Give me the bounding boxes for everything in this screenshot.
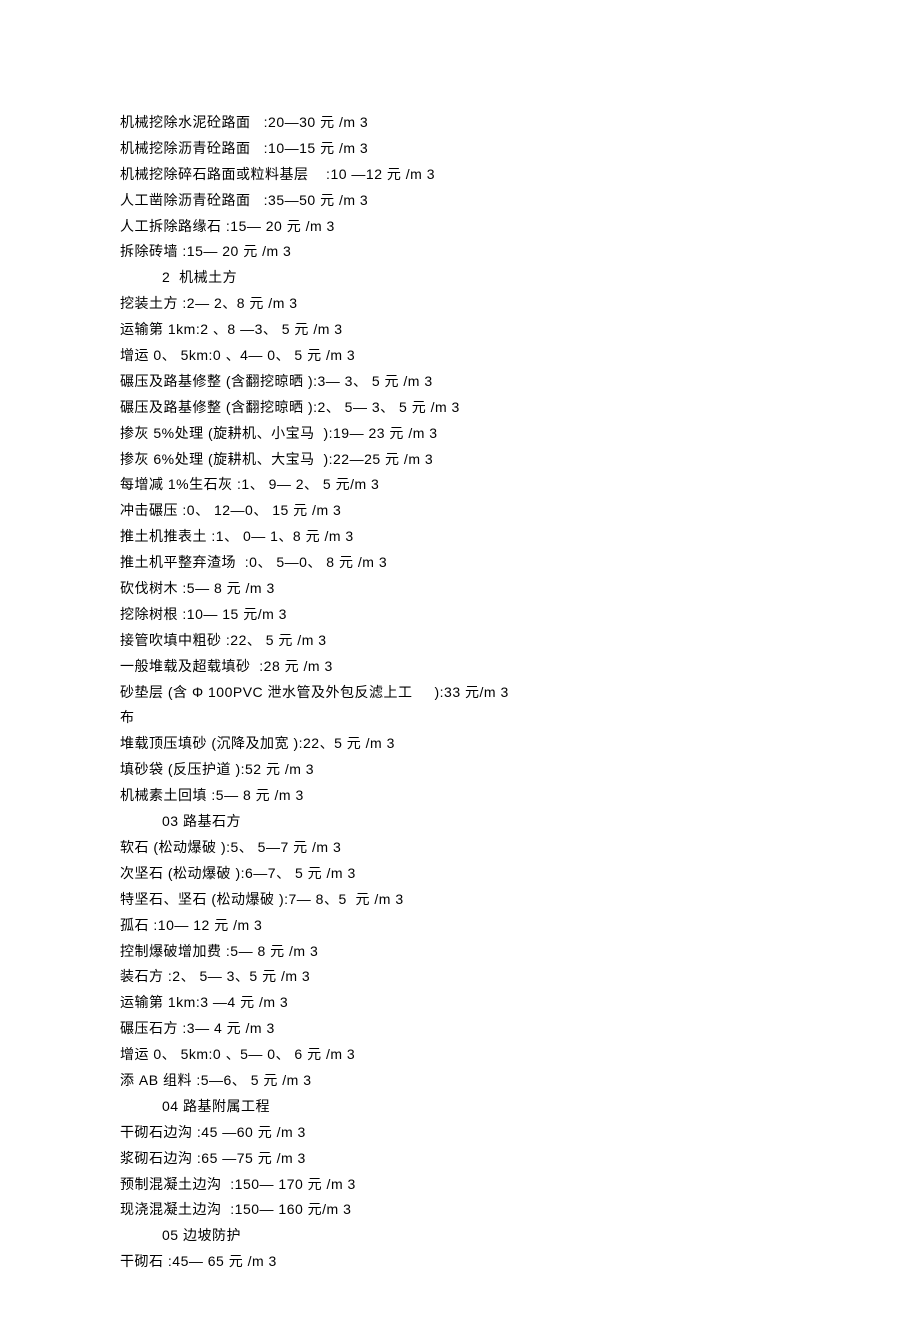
text-line: 特坚石、坚石 (松动爆破 ):7— 8、5 元 /m 3 (120, 887, 800, 913)
text-line: 增运 0、 5km:0 、5— 0、 6 元 /m 3 (120, 1042, 800, 1068)
text-line: 控制爆破增加费 :5— 8 元 /m 3 (120, 939, 800, 965)
text-line: 增运 0、 5km:0 、4— 0、 5 元 /m 3 (120, 343, 800, 369)
text-line: 机械挖除水泥砼路面 :20—30 元 /m 3 (120, 110, 800, 136)
text-line: 碾压及路基修整 (含翻挖晾晒 ):2、 5— 3、 5 元 /m 3 (120, 395, 800, 421)
text-line: 现浇混凝土边沟 :150— 160 元/m 3 (120, 1197, 800, 1223)
text-line: 软石 (松动爆破 ):5、 5—7 元 /m 3 (120, 835, 800, 861)
text-line: 人工拆除路缘石 :15— 20 元 /m 3 (120, 214, 800, 240)
text-line: 人工凿除沥青砼路面 :35—50 元 /m 3 (120, 188, 800, 214)
text-line: 添 AB 组料 :5—6、 5 元 /m 3 (120, 1068, 800, 1094)
text-line: 拆除砖墙 :15— 20 元 /m 3 (120, 239, 800, 265)
text-line: 装石方 :2、 5— 3、5 元 /m 3 (120, 964, 800, 990)
text-line: 2 机械土方 (120, 265, 800, 291)
text-line: 干砌石边沟 :45 —60 元 /m 3 (120, 1120, 800, 1146)
text-line: 推土机推表土 :1、 0— 1、8 元 /m 3 (120, 524, 800, 550)
text-line: 浆砌石边沟 :65 —75 元 /m 3 (120, 1146, 800, 1172)
text-line: 机械挖除碎石路面或粒料基层 :10 —12 元 /m 3 (120, 162, 800, 188)
text-line: 运输第 1km:3 —4 元 /m 3 (120, 990, 800, 1016)
text-line: 干砌石 :45— 65 元 /m 3 (120, 1249, 800, 1275)
text-line: 碾压及路基修整 (含翻挖晾晒 ):3— 3、 5 元 /m 3 (120, 369, 800, 395)
text-line: 03 路基石方 (120, 809, 800, 835)
text-line: 砂垫层 (含 Φ 100PVC 泄水管及外包反滤上工 ):33 元/m 3 布 (120, 680, 800, 732)
text-line: 一般堆载及超载填砂 :28 元 /m 3 (120, 654, 800, 680)
text-line: 每增减 1%生石灰 :1、 9— 2、 5 元/m 3 (120, 472, 800, 498)
text-line: 04 路基附属工程 (120, 1094, 800, 1120)
text-line: 05 边坡防护 (120, 1223, 800, 1249)
text-line: 挖除树根 :10— 15 元/m 3 (120, 602, 800, 628)
text-line: 碾压石方 :3— 4 元 /m 3 (120, 1016, 800, 1042)
text-line: 孤石 :10— 12 元 /m 3 (120, 913, 800, 939)
text-line: 砍伐树木 :5— 8 元 /m 3 (120, 576, 800, 602)
text-line: 机械素土回填 :5— 8 元 /m 3 (120, 783, 800, 809)
text-line: 填砂袋 (反压护道 ):52 元 /m 3 (120, 757, 800, 783)
text-line: 掺灰 5%处理 (旋耕机、小宝马 ):19— 23 元 /m 3 (120, 421, 800, 447)
text-line: 挖装土方 :2— 2、8 元 /m 3 (120, 291, 800, 317)
text-line: 运输第 1km:2 、8 —3、 5 元 /m 3 (120, 317, 800, 343)
text-line: 推土机平整弃渣场 :0、 5—0、 8 元 /m 3 (120, 550, 800, 576)
text-line: 冲击碾压 :0、 12—0、 15 元 /m 3 (120, 498, 800, 524)
text-line: 掺灰 6%处理 (旋耕机、大宝马 ):22—25 元 /m 3 (120, 447, 800, 473)
text-line: 接管吹填中粗砂 :22、 5 元 /m 3 (120, 628, 800, 654)
text-line: 次坚石 (松动爆破 ):6—7、 5 元 /m 3 (120, 861, 800, 887)
text-line: 堆载顶压填砂 (沉降及加宽 ):22、5 元 /m 3 (120, 731, 800, 757)
text-line: 机械挖除沥青砼路面 :10—15 元 /m 3 (120, 136, 800, 162)
text-line: 预制混凝土边沟 :150— 170 元 /m 3 (120, 1172, 800, 1198)
